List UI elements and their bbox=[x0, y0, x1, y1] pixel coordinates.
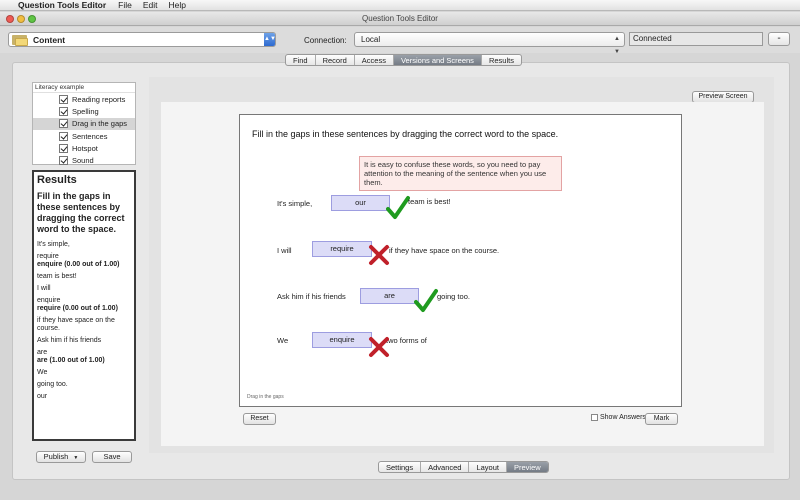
results-line: enquire bbox=[37, 297, 61, 304]
question-footer: Drag in the gaps bbox=[247, 394, 284, 400]
tree-item-label: Spelling bbox=[72, 106, 99, 116]
menu-bar: Question Tools Editor File Edit Help bbox=[0, 0, 800, 11]
toolbar: Content ▲▼ Connection: Local ▲ ▼ Connecte… bbox=[0, 27, 800, 55]
checkbox[interactable] bbox=[59, 143, 68, 153]
tab-advanced[interactable]: Advanced bbox=[421, 462, 470, 472]
window-titlebar: Question Tools Editor bbox=[0, 12, 800, 26]
tree-item-spelling[interactable]: Spelling bbox=[33, 105, 135, 117]
sentence-4-before: We bbox=[277, 336, 289, 345]
tab-preview[interactable]: Preview bbox=[507, 462, 548, 472]
content-select-value: Content bbox=[33, 34, 66, 45]
results-line: are bbox=[37, 349, 48, 356]
tree-item-label: Drag in the gaps bbox=[72, 119, 128, 129]
folder-icon bbox=[11, 34, 29, 46]
connection-status: Connected bbox=[629, 32, 763, 46]
tab-settings[interactable]: Settings bbox=[379, 462, 422, 472]
results-line: I will bbox=[37, 285, 51, 292]
checkbox[interactable] bbox=[59, 106, 68, 116]
tab-record[interactable]: Record bbox=[316, 55, 355, 65]
tab-access[interactable]: Access bbox=[355, 55, 394, 65]
sentence-3-after: going too. bbox=[437, 292, 470, 301]
menu-edit[interactable]: Edit bbox=[143, 0, 158, 10]
results-line: if they have space on the course. bbox=[37, 317, 115, 332]
results-line: our bbox=[37, 393, 48, 400]
bottom-tab-bar: Settings Advanced Layout Preview bbox=[378, 461, 549, 473]
tree-item-label: Sound bbox=[72, 156, 94, 166]
tab-versions-and-screens[interactable]: Versions and Screens bbox=[393, 55, 482, 65]
show-answers-label: Show Answers bbox=[600, 414, 646, 421]
tree-item-sentences[interactable]: Sentences bbox=[33, 130, 135, 142]
save-button[interactable]: Save bbox=[92, 451, 132, 463]
question-card: Fill in the gaps in these sentences by d… bbox=[239, 114, 682, 407]
sentence-4-after: two forms of bbox=[386, 336, 427, 345]
tree-item-sound[interactable]: Sound bbox=[33, 154, 135, 166]
menu-file[interactable]: File bbox=[118, 0, 132, 10]
checkbox[interactable] bbox=[591, 414, 598, 421]
sentence-1-before: It's simple, bbox=[277, 199, 313, 208]
results-question: Fill in the gaps in these sentences by d… bbox=[37, 191, 125, 234]
dropdown-arrow-icon: ▼ bbox=[73, 455, 79, 461]
checkbox[interactable] bbox=[59, 119, 68, 129]
tree-item-label: Hotspot bbox=[72, 143, 98, 153]
checkbox[interactable] bbox=[59, 156, 68, 166]
window-title: Question Tools Editor bbox=[362, 14, 438, 23]
results-line: Ask him if his friends bbox=[37, 337, 102, 344]
menu-help[interactable]: Help bbox=[169, 0, 186, 10]
cross-icon bbox=[369, 337, 389, 357]
checkbox[interactable] bbox=[59, 94, 68, 104]
connection-select[interactable]: Local ▲ ▼ bbox=[354, 32, 625, 55]
sentence-1-after: team is best! bbox=[408, 197, 451, 206]
content-select[interactable]: Content ▲▼ bbox=[8, 32, 276, 47]
question-instruction: Fill in the gaps in these sentences by d… bbox=[252, 129, 559, 139]
checkbox[interactable] bbox=[59, 131, 68, 141]
show-answers-checkbox[interactable]: Show Answers bbox=[591, 414, 646, 421]
results-title: Results bbox=[37, 174, 77, 186]
hint-box: It is easy to confuse these words, so yo… bbox=[359, 156, 562, 191]
tree-item-drag-in-the-gaps[interactable]: Drag in the gaps bbox=[33, 117, 135, 130]
zoom-window-button[interactable] bbox=[28, 15, 36, 23]
tree-item-reading-reports[interactable]: Reading reports bbox=[33, 93, 135, 105]
check-icon bbox=[414, 289, 438, 312]
sentence-2-before: I will bbox=[277, 246, 292, 255]
close-window-button[interactable] bbox=[6, 15, 14, 23]
sentence-2-after: if they have space on the course. bbox=[389, 246, 500, 255]
results-line: We bbox=[37, 369, 48, 376]
connection-select-value: Local bbox=[361, 35, 381, 44]
tab-find[interactable]: Find bbox=[286, 55, 316, 65]
tab-results[interactable]: Results bbox=[482, 55, 521, 65]
select-arrows-icon: ▲▼ bbox=[264, 33, 276, 46]
reset-button[interactable]: Reset bbox=[243, 413, 276, 425]
select-arrows-icon: ▲▼ bbox=[614, 36, 620, 55]
connection-label: Connection: bbox=[304, 36, 347, 45]
content-tree: Literacy example Reading reports Spellin… bbox=[32, 82, 136, 166]
remove-button[interactable]: - bbox=[768, 32, 790, 46]
drop-zone-2[interactable]: require bbox=[312, 241, 372, 257]
drop-zone-3[interactable]: are bbox=[360, 288, 419, 304]
cross-icon bbox=[369, 245, 389, 265]
sentence-3-before: Ask him if his friends bbox=[277, 292, 346, 301]
menu-app-name[interactable]: Question Tools Editor bbox=[18, 0, 106, 10]
tree-root-label[interactable]: Literacy example bbox=[33, 83, 135, 93]
results-line: require bbox=[37, 253, 59, 260]
mark-button[interactable]: Mark bbox=[645, 413, 678, 425]
results-line: require (0.00 out of 1.00) bbox=[37, 305, 118, 312]
results-line: team is best! bbox=[37, 273, 77, 280]
results-line: It's simple, bbox=[37, 241, 70, 248]
tree-item-hotspot[interactable]: Hotspot bbox=[33, 142, 135, 154]
drop-zone-1[interactable]: our bbox=[331, 195, 390, 211]
top-tab-bar: Find Record Access Versions and Screens … bbox=[285, 54, 522, 66]
results-line: going too. bbox=[37, 381, 68, 388]
results-panel[interactable]: Results Fill in the gaps in these senten… bbox=[32, 170, 136, 441]
results-lines: It's simple, require enquire (0.00 out of … bbox=[37, 241, 131, 401]
results-line: enquire (0.00 out of 1.00) bbox=[37, 261, 120, 268]
tree-item-label: Sentences bbox=[72, 131, 108, 141]
minimize-window-button[interactable] bbox=[17, 15, 25, 23]
tab-layout[interactable]: Layout bbox=[469, 462, 507, 472]
tree-item-label: Reading reports bbox=[72, 94, 126, 104]
drop-zone-4[interactable]: enquire bbox=[312, 332, 372, 348]
publish-button[interactable]: Publish ▼ bbox=[36, 451, 86, 463]
results-line: are (1.00 out of 1.00) bbox=[37, 357, 105, 364]
publish-label: Publish bbox=[43, 452, 69, 461]
check-icon bbox=[386, 196, 410, 219]
